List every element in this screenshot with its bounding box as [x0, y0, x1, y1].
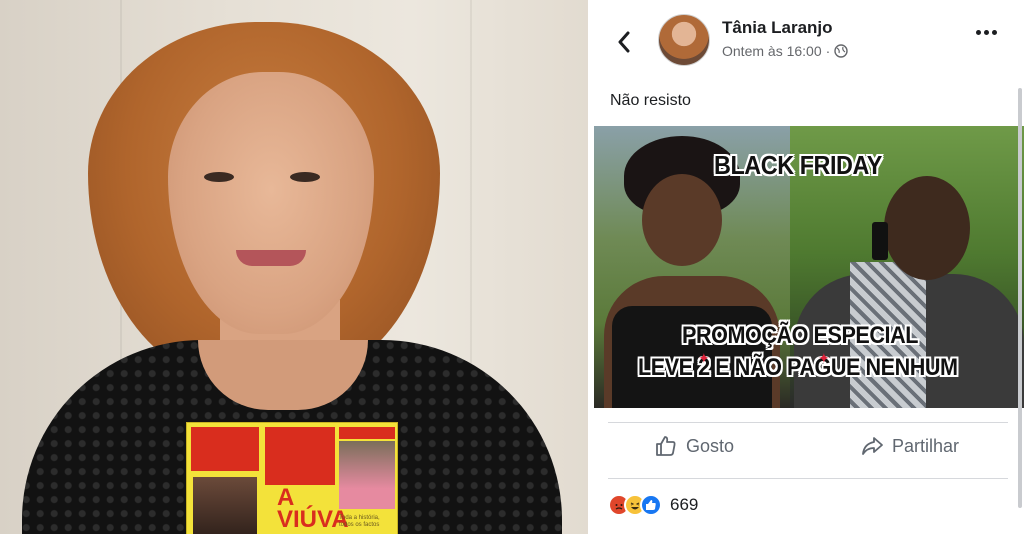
globe-icon [834, 44, 848, 58]
more-dot-icon [976, 30, 981, 35]
meme-man-face [884, 176, 970, 280]
book-blurb: Toda a história, todos os factos [339, 515, 380, 528]
author-avatar[interactable] [658, 14, 710, 66]
portrait-eye-left [204, 172, 234, 182]
post-image[interactable]: BLACK FRIDAY PROMOÇÃO ESPECIAL LEVE 2 E … [594, 126, 1024, 408]
actions-divider-top [608, 422, 1008, 423]
book-title-line2: VIÚVA [277, 506, 349, 533]
post-caption: Não resisto [610, 92, 691, 109]
portrait-mouth [236, 250, 306, 266]
share-button[interactable]: Partilhar [860, 434, 959, 458]
sparkle-icon: ✦ [698, 350, 710, 366]
more-options-button[interactable] [976, 30, 997, 35]
like-button[interactable]: Gosto [654, 434, 734, 458]
sparkle-icon: ✦ [818, 350, 830, 366]
portrait-photo: A VIÚVA Toda a história, todos os factos [0, 0, 588, 534]
like-reaction-icon [640, 494, 662, 516]
more-dot-icon [992, 30, 997, 35]
portrait-face [168, 72, 374, 334]
author-name[interactable]: Tânia Laranjo [722, 18, 833, 38]
meme-phone [872, 222, 888, 260]
share-label: Partilhar [892, 435, 960, 456]
facebook-post: Tânia Laranjo Ontem às 16:00 · Não resis… [592, 0, 1024, 534]
meta-separator: · [825, 43, 831, 59]
share-arrow-icon [862, 437, 883, 455]
portrait-eye-right [290, 172, 320, 182]
scrollbar[interactable] [1018, 88, 1022, 508]
meme-title: BLACK FRIDAY [714, 150, 882, 180]
reaction-count: 669 [670, 495, 699, 514]
thumbs-up-icon [656, 436, 676, 456]
book-cover-block [339, 427, 395, 439]
book-cover-block [265, 427, 335, 485]
book-cover-photo [193, 477, 257, 534]
meme-caption-line1: PROMOÇÃO ESPECIAL [682, 322, 918, 349]
reactions-summary[interactable]: 669 [608, 494, 698, 516]
chevron-left-icon [618, 31, 630, 53]
actions-divider-bottom [608, 478, 1008, 479]
book-title: A VIÚVA [277, 486, 349, 533]
post-timestamp[interactable]: Ontem às 16:00 [722, 43, 822, 59]
book-cover: A VIÚVA Toda a história, todos os factos [186, 422, 398, 534]
meme-caption-line2: LEVE 2 E NÃO PAGUE NENHUM [638, 354, 958, 381]
post-meta: Ontem às 16:00 · [722, 43, 848, 59]
book-cover-block [191, 427, 259, 471]
more-dot-icon [984, 30, 989, 35]
back-button[interactable] [612, 28, 636, 56]
meme-woman-face [642, 174, 722, 266]
like-label: Gosto [686, 435, 735, 456]
